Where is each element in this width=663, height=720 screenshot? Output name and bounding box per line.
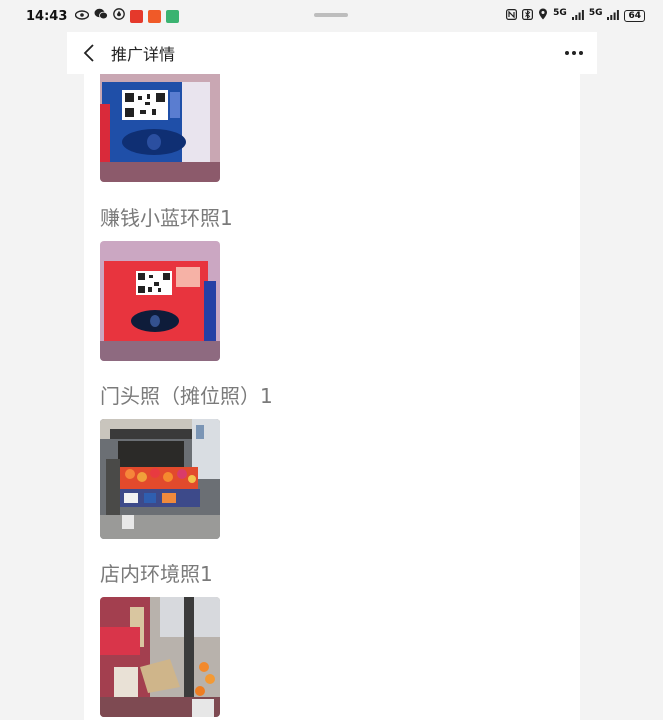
network-type-1: 5G — [553, 8, 567, 18]
window-grab-handle[interactable] — [314, 13, 348, 17]
network-type-2: 5G — [588, 8, 603, 18]
app-orange-icon — [148, 9, 162, 23]
nfc-icon — [506, 8, 518, 24]
blue-ring-photo[interactable] — [100, 241, 220, 361]
wechat-icon — [94, 8, 109, 24]
chevron-left-icon[interactable] — [77, 41, 101, 65]
drop-icon — [113, 8, 126, 24]
battery-indicator: 64 — [624, 10, 645, 22]
section-label-storefront-photo: 门头照（摊位照）1 — [100, 384, 273, 408]
signal-icon — [571, 9, 584, 24]
status-time: 14:43 — [26, 8, 68, 24]
signal-icon — [607, 9, 620, 24]
page-title: 推广详情 — [111, 45, 176, 64]
bluetooth-icon — [522, 8, 534, 24]
app-green-icon — [166, 9, 180, 23]
section-label-store-interior-photo: 店内环境照1 — [100, 562, 213, 586]
app-red-icon — [130, 9, 144, 23]
eye-icon — [75, 9, 90, 24]
more-horizontal-icon[interactable] — [565, 45, 583, 61]
section-label-blue-ring-photo: 赚钱小蓝环照1 — [100, 206, 233, 230]
qr-card-photo-partial[interactable] — [100, 74, 220, 182]
top-navigation-bar: 推广详情 — [67, 32, 597, 74]
storefront-photo[interactable] — [100, 419, 220, 539]
location-icon — [538, 8, 548, 24]
store-interior-photo[interactable] — [100, 597, 220, 717]
detail-content: 赚钱小蓝环照1 门头照（摊位照）1 店内环境照1 — [84, 74, 580, 720]
